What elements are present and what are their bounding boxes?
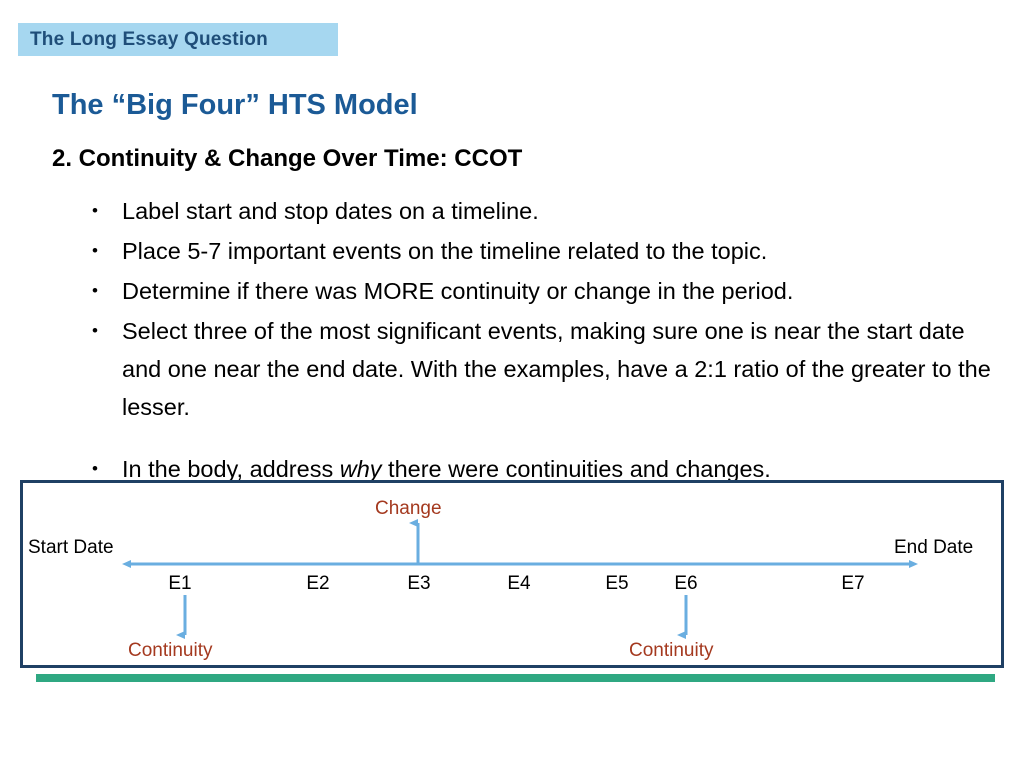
final-text-emphasis: why [339, 456, 382, 482]
event-label-e2: E2 [306, 573, 330, 594]
start-date-label: Start Date [28, 537, 114, 558]
event-label-e4: E4 [507, 573, 531, 594]
timeline-diagram: Change Start Date End Date E1 E2 E3 E4 E… [20, 480, 1004, 668]
list-item: • Determine if there was MORE continuity… [88, 272, 1008, 310]
final-text-after: there were continuities and changes. [381, 456, 771, 482]
event-label-e6: E6 [674, 573, 698, 594]
accent-bar [36, 674, 995, 682]
change-label: Change [375, 498, 442, 519]
list-item: • Label start and stop dates on a timeli… [88, 192, 1008, 230]
list-item-label: Select three of the most significant eve… [122, 318, 991, 420]
list-item: • Place 5-7 important events on the time… [88, 232, 1008, 270]
list-item-label: Label start and stop dates on a timeline… [122, 198, 539, 224]
header-banner-label: The Long Essay Question [30, 28, 268, 50]
event-label-e1: E1 [168, 573, 192, 594]
bullet-marker-icon: • [92, 321, 98, 340]
event-label-e5: E5 [605, 573, 629, 594]
event-label-e3: E3 [407, 573, 431, 594]
end-date-label: End Date [894, 537, 974, 558]
final-text-before: In the body, address [122, 456, 340, 482]
bullet-marker-icon: • [92, 281, 98, 300]
continuity-label-left: Continuity [128, 640, 213, 661]
page-subtitle: 2. Continuity & Change Over Time: CCOT [52, 145, 523, 172]
list-item-label: Determine if there was MORE continuity o… [122, 278, 794, 304]
event-label-e7: E7 [841, 573, 865, 594]
continuity-label-right: Continuity [629, 640, 714, 661]
bullet-list: • Label start and stop dates on a timeli… [88, 192, 1008, 490]
timeline-canvas: Change Start Date End Date E1 E2 E3 E4 E… [23, 483, 1001, 665]
list-item: • Select three of the most significant e… [88, 312, 1008, 426]
bullet-marker-icon: • [92, 201, 98, 220]
page-title: The “Big Four” HTS Model [52, 89, 418, 121]
list-item-label: Place 5-7 important events on the timeli… [122, 238, 768, 264]
bullet-marker-icon: • [92, 241, 98, 260]
header-banner: The Long Essay Question [18, 23, 338, 56]
